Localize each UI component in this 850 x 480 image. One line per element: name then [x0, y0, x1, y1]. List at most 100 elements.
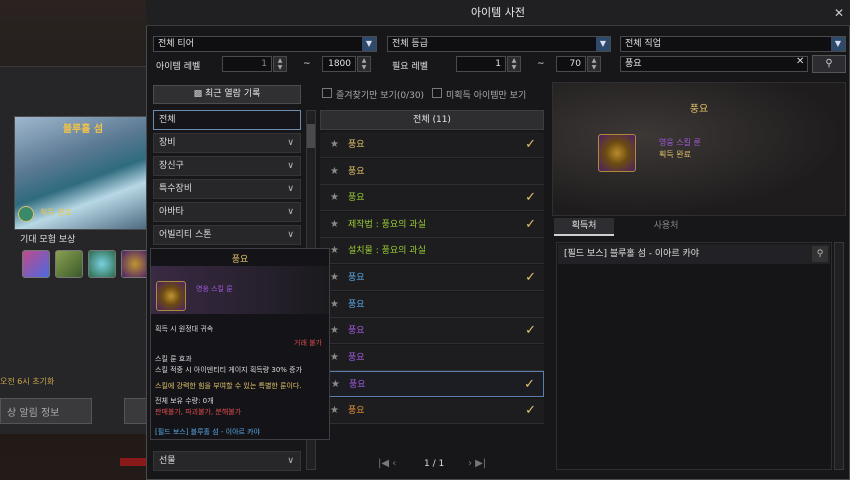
page-indicator: 1 / 1	[424, 459, 445, 469]
checkmark-icon: ✓	[525, 216, 536, 232]
item-name: 풍요	[348, 273, 365, 283]
category-label: 선물	[159, 456, 176, 466]
chevron-down-icon: ∨	[287, 138, 294, 148]
reward-card-icon[interactable]	[22, 250, 50, 278]
star-icon[interactable]: ★	[330, 212, 339, 238]
category-accessory[interactable]: 장신구 ∨	[153, 156, 301, 176]
star-icon[interactable]: ★	[331, 372, 340, 398]
category-label: 아바타	[159, 207, 184, 217]
category-label: 어빌리티 스톤	[159, 230, 212, 240]
document-icon: ▩	[193, 89, 203, 99]
source-list	[556, 242, 832, 470]
tab-use[interactable]: 사용처	[636, 218, 696, 236]
item-name: 제작법 : 풍요의 과실	[348, 219, 426, 230]
chevron-down-icon: ∨	[287, 184, 294, 194]
category-special-equipment[interactable]: 특수장비 ∨	[153, 179, 301, 199]
rewards-label: 기대 모험 보상	[20, 235, 76, 245]
tab-obtain[interactable]: 획득처	[554, 218, 614, 236]
star-icon[interactable]: ★	[330, 238, 339, 264]
checkmark-icon: ✓	[525, 137, 536, 152]
list-header: 전체 (11)	[320, 110, 544, 130]
reward-map-icon[interactable]	[55, 250, 83, 278]
checkmark-icon: ✓	[525, 403, 536, 418]
list-item[interactable]: ★ 풍요	[320, 158, 544, 185]
list-item[interactable]: ★ 풍요 ✓	[320, 185, 544, 212]
category-scroll-thumb[interactable]	[307, 124, 315, 148]
star-icon[interactable]: ★	[330, 345, 339, 371]
list-item[interactable]: ★ 풍요 ✓	[320, 371, 544, 398]
item-level-max-stepper[interactable]: ▲ ▼	[357, 56, 371, 72]
item-grade: 영웅 스킬 룬	[659, 138, 701, 147]
list-item[interactable]: ★ 풍요 ✓	[320, 398, 544, 424]
category-avatar[interactable]: 아바타 ∨	[153, 202, 301, 222]
recent-history-label: 최근 열람 기록	[204, 89, 261, 99]
category-label: 특수장비	[159, 184, 193, 194]
category-ability-stone[interactable]: 어빌리티 스톤 ∨	[153, 225, 301, 245]
chevron-down-icon: ∨	[287, 161, 294, 171]
tier-select-value: 전체 티어	[158, 39, 194, 49]
tooltip-owned: 전체 보유 수량: 0개	[155, 397, 214, 405]
source-row[interactable]: [필드 보스] 블루홀 섬 - 이아르 카야	[558, 244, 830, 264]
item-name: 풍요	[348, 299, 365, 310]
clear-icon[interactable]: ✕	[796, 56, 804, 67]
category-all[interactable]: 전체	[153, 110, 301, 130]
item-title: 풍요	[689, 104, 709, 115]
item-level-min[interactable]: 1	[222, 56, 272, 72]
required-level-max-stepper[interactable]: ▲ ▼	[587, 56, 601, 72]
chevron-down-icon: ▼	[362, 37, 376, 51]
tier-select[interactable]: 전체 티어 ▼	[153, 36, 377, 52]
chevron-down-icon: ∨	[287, 207, 294, 217]
item-name: 설치물 : 풍요의 과실	[348, 246, 426, 257]
favorites-checkbox[interactable]	[322, 88, 332, 98]
list-item[interactable]: ★ 설치물 : 풍요의 과실	[320, 238, 544, 265]
source-scrollbar[interactable]	[834, 242, 844, 470]
star-icon[interactable]: ★	[330, 398, 339, 424]
grade-select-value: 전체 등급	[392, 39, 428, 49]
close-icon[interactable]: ✕	[834, 6, 844, 20]
required-level-min-stepper[interactable]: ▲ ▼	[507, 56, 521, 72]
required-level-max[interactable]: 70	[556, 56, 586, 72]
unobtained-checkbox[interactable]	[432, 88, 442, 98]
item-level-min-stepper[interactable]: ▲ ▼	[273, 56, 287, 72]
item-level-max[interactable]: 1800	[322, 56, 356, 72]
list-item[interactable]: ★ 풍요	[320, 344, 544, 371]
window-title: 아이템 사전	[146, 0, 850, 26]
list-item[interactable]: ★ 풍요	[320, 291, 544, 318]
required-level-min[interactable]: 1	[456, 56, 506, 72]
tooltip-trade: 거래 불가	[294, 339, 322, 347]
item-name: 풍요	[348, 166, 365, 177]
island-status: 획득 완료	[40, 208, 72, 217]
star-icon[interactable]: ★	[330, 185, 339, 211]
category-gift[interactable]: 선물 ∨	[153, 451, 301, 471]
info-button[interactable]: 상 알림 정보	[0, 398, 92, 424]
reward-rune-icon[interactable]	[121, 250, 149, 278]
tooltip-source: [필드 보스] 블루홀 섬 - 이아르 카야	[155, 428, 261, 436]
reward-orb-icon[interactable]	[88, 250, 116, 278]
required-level-label: 필요 레벨	[392, 62, 428, 72]
tooltip-effect-label: 스킬 룬 효과	[155, 355, 192, 363]
page-prev-icon[interactable]: |◀ ‹	[378, 458, 396, 469]
star-icon[interactable]: ★	[330, 292, 339, 318]
magnifier-icon[interactable]: ⚲	[812, 246, 828, 262]
star-icon[interactable]: ★	[330, 132, 339, 158]
rune-icon	[598, 134, 636, 172]
search-input[interactable]: 풍요	[620, 56, 808, 72]
search-icon[interactable]: ⚲	[812, 55, 846, 73]
list-item[interactable]: ★ 풍요 ✓	[320, 318, 544, 345]
star-icon[interactable]: ★	[330, 159, 339, 185]
star-icon[interactable]: ★	[330, 318, 339, 344]
job-select[interactable]: 전체 직업 ▼	[620, 36, 846, 52]
grade-select[interactable]: 전체 등급 ▼	[387, 36, 611, 52]
star-icon[interactable]: ★	[330, 265, 339, 291]
reset-notice: 오전 6시 초기화	[0, 377, 55, 386]
tooltip-bind: 획득 시 원정대 귀속	[155, 325, 214, 333]
list-item[interactable]: ★ 풍요 ✓	[320, 132, 544, 158]
page-next-icon[interactable]: › ▶|	[468, 458, 486, 469]
recent-history-button[interactable]: ▩ 최근 열람 기록	[153, 85, 301, 104]
checkmark-icon: ✓	[525, 323, 536, 339]
tooltip-title: 풍요	[231, 255, 249, 265]
list-item[interactable]: ★ 풍요 ✓	[320, 265, 544, 291]
favorites-label: 즐겨찾기만 보기(0/30)	[336, 91, 425, 101]
list-item[interactable]: ★ 제작법 : 풍요의 과실 ✓	[320, 211, 544, 238]
category-equipment[interactable]: 장비 ∨	[153, 133, 301, 153]
